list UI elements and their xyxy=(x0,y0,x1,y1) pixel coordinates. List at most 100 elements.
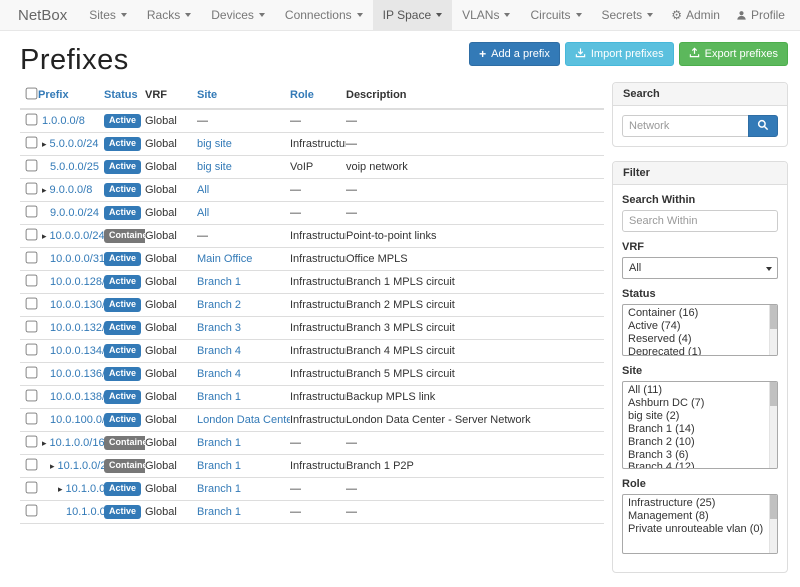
site-link[interactable]: London Data Center xyxy=(197,414,290,426)
site-link[interactable]: Branch 4 xyxy=(197,368,241,380)
site-link[interactable]: Branch 1 xyxy=(197,506,241,518)
export-prefixes-button[interactable]: Export prefixes xyxy=(679,42,788,66)
site-link[interactable]: Main Office xyxy=(197,253,252,265)
listbox-option[interactable]: Branch 2 (10) xyxy=(628,436,768,449)
prefix-link[interactable]: 10.1.0.0/25 xyxy=(66,483,104,495)
prefix-link[interactable]: 10.0.0.132/31 xyxy=(50,322,104,334)
site-link[interactable]: Branch 3 xyxy=(197,322,241,334)
row-checkbox[interactable] xyxy=(26,229,38,241)
nav-item-connections[interactable]: Connections xyxy=(275,0,373,30)
prefix-link[interactable]: 9.0.0.0/24 xyxy=(50,207,99,219)
listbox-option[interactable]: All (11) xyxy=(628,384,768,397)
prefix-link[interactable]: 10.1.0.0/16 xyxy=(50,437,104,449)
prefix-link[interactable]: 10.1.0.0/26 xyxy=(66,506,104,518)
nav-item-circuits[interactable]: Circuits xyxy=(520,0,591,30)
prefix-link[interactable]: 10.0.0.0/24 xyxy=(50,230,104,242)
site-cell: — xyxy=(197,109,290,133)
listbox-option[interactable]: Deprecated (1) xyxy=(628,346,768,356)
nav-menu: SitesRacksDevicesConnectionsIP SpaceVLAN… xyxy=(79,0,663,30)
row-checkbox[interactable] xyxy=(26,252,38,264)
column-sort-link[interactable]: Site xyxy=(197,89,217,101)
prefix-link[interactable]: 10.1.0.0/24 xyxy=(58,460,104,472)
scrollbar[interactable] xyxy=(769,495,777,553)
row-checkbox[interactable] xyxy=(26,160,38,172)
site-link[interactable]: Branch 1 xyxy=(197,483,241,495)
row-checkbox[interactable] xyxy=(26,482,38,494)
nav-item-secrets[interactable]: Secrets xyxy=(592,0,664,30)
prefix-link[interactable]: 10.0.0.0/31 xyxy=(50,253,104,265)
row-checkbox[interactable] xyxy=(26,298,38,310)
brand-netbox[interactable]: NetBox xyxy=(10,0,79,30)
site-link[interactable]: Branch 1 xyxy=(197,460,241,472)
scrollbar[interactable] xyxy=(769,382,777,468)
column-sort-link[interactable]: Prefix xyxy=(38,89,69,101)
row-checkbox[interactable] xyxy=(26,206,38,218)
listbox-option[interactable]: Active (74) xyxy=(628,320,768,333)
column-sort-link[interactable]: Role xyxy=(290,89,314,101)
nav-item-vlans[interactable]: VLANs xyxy=(452,0,520,30)
site-link[interactable]: big site xyxy=(197,138,232,150)
nav-item-admin[interactable]: ⚙Admin xyxy=(663,0,728,30)
prefix-link[interactable]: 10.0.0.134/31 xyxy=(50,345,104,357)
listbox-option[interactable]: Container (16) xyxy=(628,307,768,320)
prefix-link[interactable]: 5.0.0.0/24 xyxy=(50,138,99,150)
listbox-option[interactable]: big site (2) xyxy=(628,410,768,423)
site-listbox[interactable]: All (11)Ashburn DC (7)big site (2)Branch… xyxy=(622,381,778,469)
column-sort-link[interactable]: Status xyxy=(104,89,138,101)
prefix-link[interactable]: 5.0.0.0/25 xyxy=(50,161,99,173)
vrf-select[interactable]: All xyxy=(622,257,778,279)
import-prefixes-button[interactable]: Import prefixes xyxy=(565,42,674,66)
scrollbar[interactable] xyxy=(769,305,777,355)
row-checkbox[interactable] xyxy=(26,321,38,333)
listbox-option[interactable]: Management (8) xyxy=(628,510,768,523)
listbox-option[interactable]: Infrastructure (25) xyxy=(628,497,768,510)
row-checkbox[interactable] xyxy=(26,436,38,448)
nav-item-racks[interactable]: Racks xyxy=(137,0,201,30)
search-button[interactable] xyxy=(748,115,778,137)
row-checkbox[interactable] xyxy=(26,183,38,195)
nav-item-log-out[interactable]: Log out xyxy=(793,0,800,30)
listbox-option[interactable]: Branch 1 (14) xyxy=(628,423,768,436)
site-link[interactable]: big site xyxy=(197,161,232,173)
row-checkbox[interactable] xyxy=(26,413,38,425)
prefix-link[interactable]: 9.0.0.0/8 xyxy=(50,184,93,196)
search-input[interactable] xyxy=(622,115,748,137)
navbar: NetBox SitesRacksDevicesConnectionsIP Sp… xyxy=(0,0,800,31)
site-link[interactable]: All xyxy=(197,207,209,219)
site-link[interactable]: Branch 1 xyxy=(197,276,241,288)
prefix-link[interactable]: 10.0.100.0/24 xyxy=(50,414,104,426)
prefix-link[interactable]: 10.0.0.130/31 xyxy=(50,299,104,311)
prefix-link[interactable]: 1.0.0.0/8 xyxy=(42,115,85,127)
row-checkbox[interactable] xyxy=(26,137,38,149)
site-link[interactable]: All xyxy=(197,184,209,196)
site-link[interactable]: Branch 4 xyxy=(197,345,241,357)
nav-item-ip-space[interactable]: IP Space xyxy=(373,0,452,30)
listbox-option[interactable]: Branch 4 (12) xyxy=(628,461,768,469)
role-listbox[interactable]: Infrastructure (25)Management (8)Private… xyxy=(622,494,778,554)
site-link[interactable]: Branch 2 xyxy=(197,299,241,311)
select-all-checkbox[interactable] xyxy=(26,88,38,100)
nav-item-profile[interactable]: Profile xyxy=(728,0,793,30)
site-link[interactable]: Branch 1 xyxy=(197,437,241,449)
row-checkbox[interactable] xyxy=(26,275,38,287)
listbox-option[interactable]: Branch 3 (6) xyxy=(628,449,768,462)
prefix-link[interactable]: 10.0.0.136/31 xyxy=(50,368,104,380)
table-row: 10.0.0.130/31ActiveGlobalBranch 2Infrast… xyxy=(20,294,604,317)
listbox-option[interactable]: Ashburn DC (7) xyxy=(628,397,768,410)
search-within-input[interactable] xyxy=(622,210,778,232)
status-listbox[interactable]: Container (16)Active (74)Reserved (4)Dep… xyxy=(622,304,778,356)
prefix-link[interactable]: 10.0.0.128/31 xyxy=(50,276,104,288)
empty-value: — xyxy=(346,184,357,196)
nav-item-devices[interactable]: Devices xyxy=(201,0,275,30)
add-a-prefix-button[interactable]: +Add a prefix xyxy=(469,42,560,66)
row-checkbox[interactable] xyxy=(26,367,38,379)
listbox-option[interactable]: Reserved (4) xyxy=(628,333,768,346)
row-checkbox[interactable] xyxy=(26,344,38,356)
row-checkbox[interactable] xyxy=(26,390,38,402)
listbox-option[interactable]: Private unrouteable vlan (0) xyxy=(628,523,768,536)
row-checkbox[interactable] xyxy=(26,114,38,126)
nav-item-sites[interactable]: Sites xyxy=(79,0,137,30)
row-checkbox[interactable] xyxy=(26,459,38,471)
prefix-link[interactable]: 10.0.0.138/31 xyxy=(50,391,104,403)
site-link[interactable]: Branch 1 xyxy=(197,391,241,403)
